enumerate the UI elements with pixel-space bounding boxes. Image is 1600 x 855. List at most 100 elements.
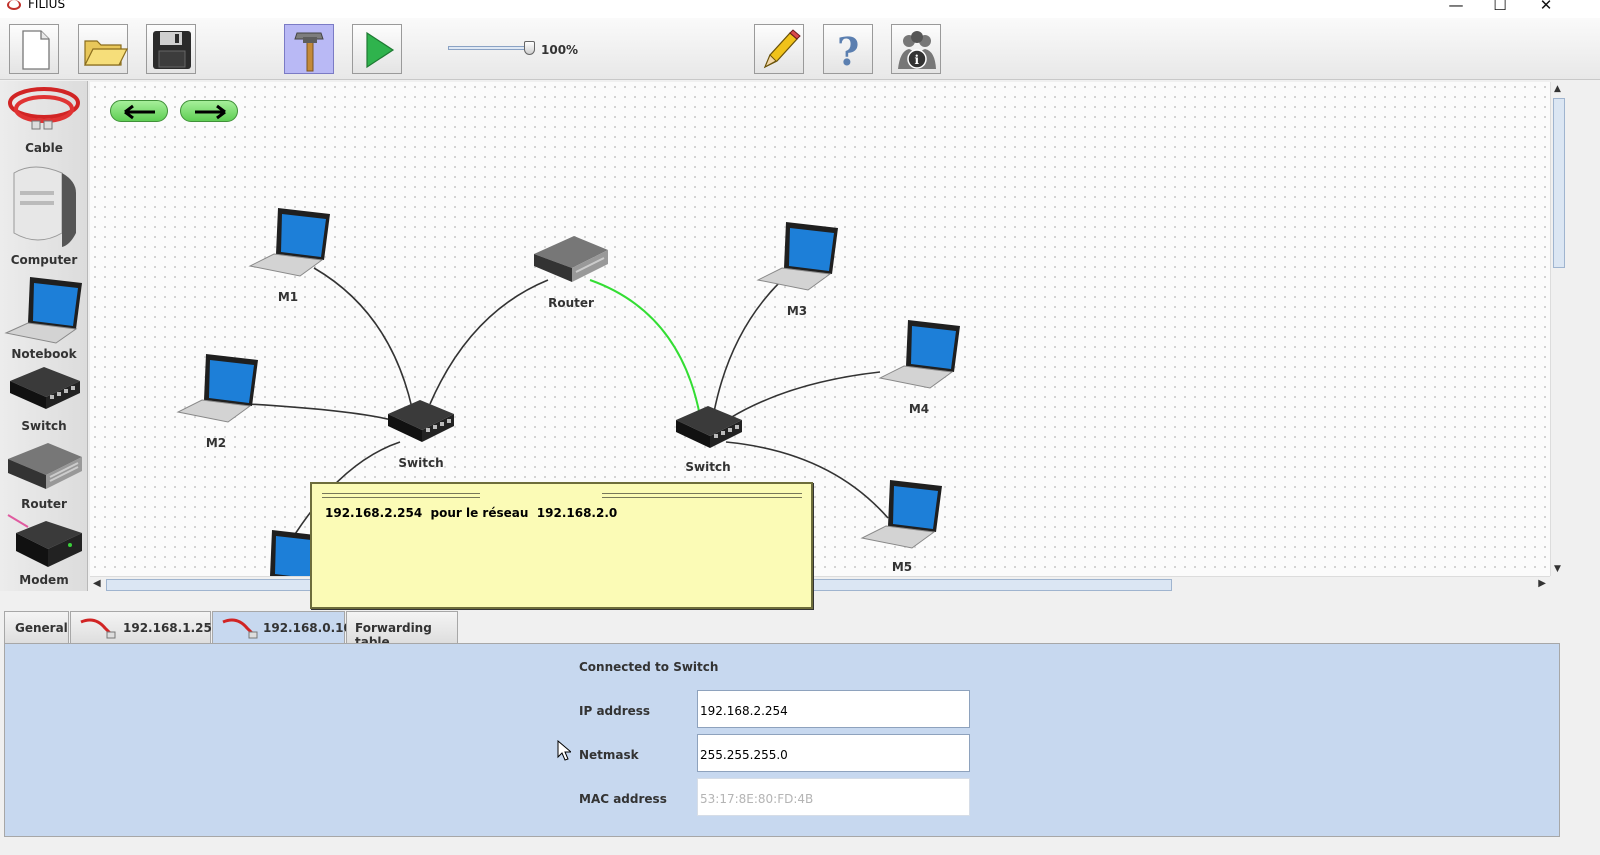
tab-label-interface-2: 192.168.0.10 — [263, 621, 352, 635]
palette-item-cable[interactable]: Cable — [0, 83, 88, 157]
palette-item-switch[interactable]: Switch — [0, 365, 88, 435]
tooltip-text: 192.168.2.254 pour le réseau 192.168.2.0 — [325, 506, 618, 520]
design-mode-button[interactable] — [284, 24, 334, 74]
filius-logo-icon — [7, 0, 21, 10]
node-label-m2: M2 — [205, 436, 227, 450]
node-m4[interactable]: M4 — [878, 316, 962, 416]
mac-address-field: 53:17:8E:80:FD:4B — [697, 778, 970, 816]
scroll-up-icon[interactable]: ▲ — [1554, 84, 1561, 94]
new-file-icon — [22, 30, 50, 70]
save-disk-icon — [153, 31, 191, 69]
tab-interface-2[interactable]: 192.168.0.10 — [212, 611, 352, 644]
zoom-slider-track — [448, 46, 534, 50]
cable-links — [247, 267, 889, 543]
node-label-router: Router — [548, 296, 594, 310]
properties-panel: General 192.168.1.254 192.168.0.10 Forwa… — [0, 595, 1568, 855]
switch-icon — [676, 406, 742, 448]
close-button[interactable]: ✕ — [1526, 0, 1566, 16]
mouse-cursor-icon — [557, 740, 571, 761]
minimize-button[interactable]: — — [1436, 0, 1476, 16]
tab-label-interface-1: 192.168.1.254 — [123, 621, 221, 635]
node-label-m4: M4 — [908, 402, 930, 416]
notebook-icon — [878, 320, 960, 389]
notebook-icon — [176, 354, 258, 423]
vertical-scroll-thumb[interactable] — [1553, 98, 1565, 268]
scroll-down-icon[interactable]: ▼ — [1554, 564, 1561, 574]
netmask-field[interactable]: 255.255.255.0 — [697, 734, 970, 772]
notebook-icon — [860, 480, 942, 549]
modem-icon — [7, 514, 82, 567]
netmask-label: Netmask — [579, 748, 639, 762]
palette-item-notebook[interactable]: Notebook — [0, 271, 88, 363]
node-switch-2[interactable]: Switch — [672, 404, 746, 474]
ip-address-field[interactable]: 192.168.2.254 — [697, 690, 970, 728]
connected-to-label: Connected to Switch — [579, 660, 719, 674]
tooltip-grip-left — [322, 493, 480, 498]
tab-interface-1[interactable]: 192.168.1.254 — [70, 611, 220, 643]
router-icon — [8, 443, 82, 489]
node-m1[interactable]: M1 — [248, 204, 332, 304]
palette-label-modem: Modem — [19, 573, 69, 587]
zoom-slider-thumb[interactable] — [524, 41, 535, 55]
tab-forwarding-table[interactable]: Forwarding table — [346, 611, 458, 649]
palette-item-modem[interactable]: Modem — [0, 513, 88, 591]
maximize-button[interactable]: ☐ — [1480, 0, 1520, 16]
node-label-switch-1: Switch — [398, 456, 444, 470]
pencil-icon — [763, 29, 801, 69]
svg-text:?: ? — [837, 29, 859, 74]
open-folder-icon — [84, 40, 128, 66]
router-icon — [534, 236, 608, 282]
node-m3[interactable]: M3 — [756, 218, 840, 318]
node-router[interactable]: Router — [530, 230, 612, 310]
horizontal-scrollbar[interactable]: ◀ ▶ — [90, 576, 1550, 592]
info-button[interactable]: i — [891, 24, 941, 74]
window-title: FILIUS — [28, 0, 66, 11]
node-label-m5: M5 — [891, 560, 913, 574]
filius-window: FILIUS — ☐ ✕ 100% ? i Cable Computer Not… — [0, 0, 1600, 855]
info-icon: i — [898, 31, 936, 69]
network-canvas[interactable]: M1 M2 Router M3 M4 Switch Switch M5 — [90, 82, 1550, 576]
palette-label-computer: Computer — [10, 253, 78, 267]
help-button[interactable]: ? — [823, 24, 873, 74]
new-file-button[interactable] — [9, 24, 59, 74]
node-m5[interactable]: M5 — [860, 476, 944, 574]
cable-m4-switch2 — [729, 371, 881, 419]
tab-label-general: General — [15, 621, 68, 635]
open-folder-button[interactable] — [78, 24, 128, 74]
play-icon — [366, 31, 395, 69]
node-switch-1[interactable]: Switch — [384, 398, 458, 470]
palette-item-router[interactable]: Router — [0, 437, 88, 513]
tab-general[interactable]: General — [4, 611, 69, 643]
title-bar: FILIUS — ☐ ✕ — [0, 0, 1600, 18]
info-tooltip: 192.168.2.254 pour le réseau 192.168.2.0 — [310, 482, 813, 609]
cable-m2-switch1 — [247, 403, 393, 421]
tooltip-grip-right — [602, 493, 802, 498]
documentation-button[interactable] — [754, 24, 804, 74]
zoom-slider[interactable] — [448, 41, 538, 55]
toolbar: 100% ? i — [0, 18, 1600, 80]
help-icon: ? — [837, 29, 859, 74]
switch-icon — [10, 367, 80, 409]
node-label-switch-2: Switch — [685, 460, 731, 474]
notebook-icon — [248, 208, 330, 277]
palette-item-computer[interactable]: Computer — [0, 159, 88, 269]
scroll-right-icon[interactable]: ▶ — [1538, 578, 1546, 589]
cable-m1-switch1 — [313, 267, 413, 409]
zoom-level: 100% — [541, 43, 579, 57]
node-m2[interactable]: M2 — [176, 350, 260, 450]
vertical-scrollbar[interactable]: ▲ ▼ — [1550, 82, 1566, 576]
palette-label-switch: Switch — [21, 419, 67, 433]
palette-label-notebook: Notebook — [11, 347, 77, 361]
palette-label-router: Router — [21, 497, 67, 511]
mac-address-label: MAC address — [579, 792, 667, 806]
node-label-m3: M3 — [786, 304, 808, 318]
notebook-icon — [4, 277, 82, 344]
cable-icon — [222, 618, 258, 639]
save-button[interactable] — [146, 24, 196, 74]
palette-label-cable: Cable — [25, 141, 63, 155]
hammer-icon — [294, 32, 324, 72]
scroll-left-icon[interactable]: ◀ — [93, 578, 101, 589]
ip-address-label: IP address — [579, 704, 651, 718]
computer-icon — [13, 166, 76, 247]
simulation-mode-button[interactable] — [352, 24, 402, 74]
